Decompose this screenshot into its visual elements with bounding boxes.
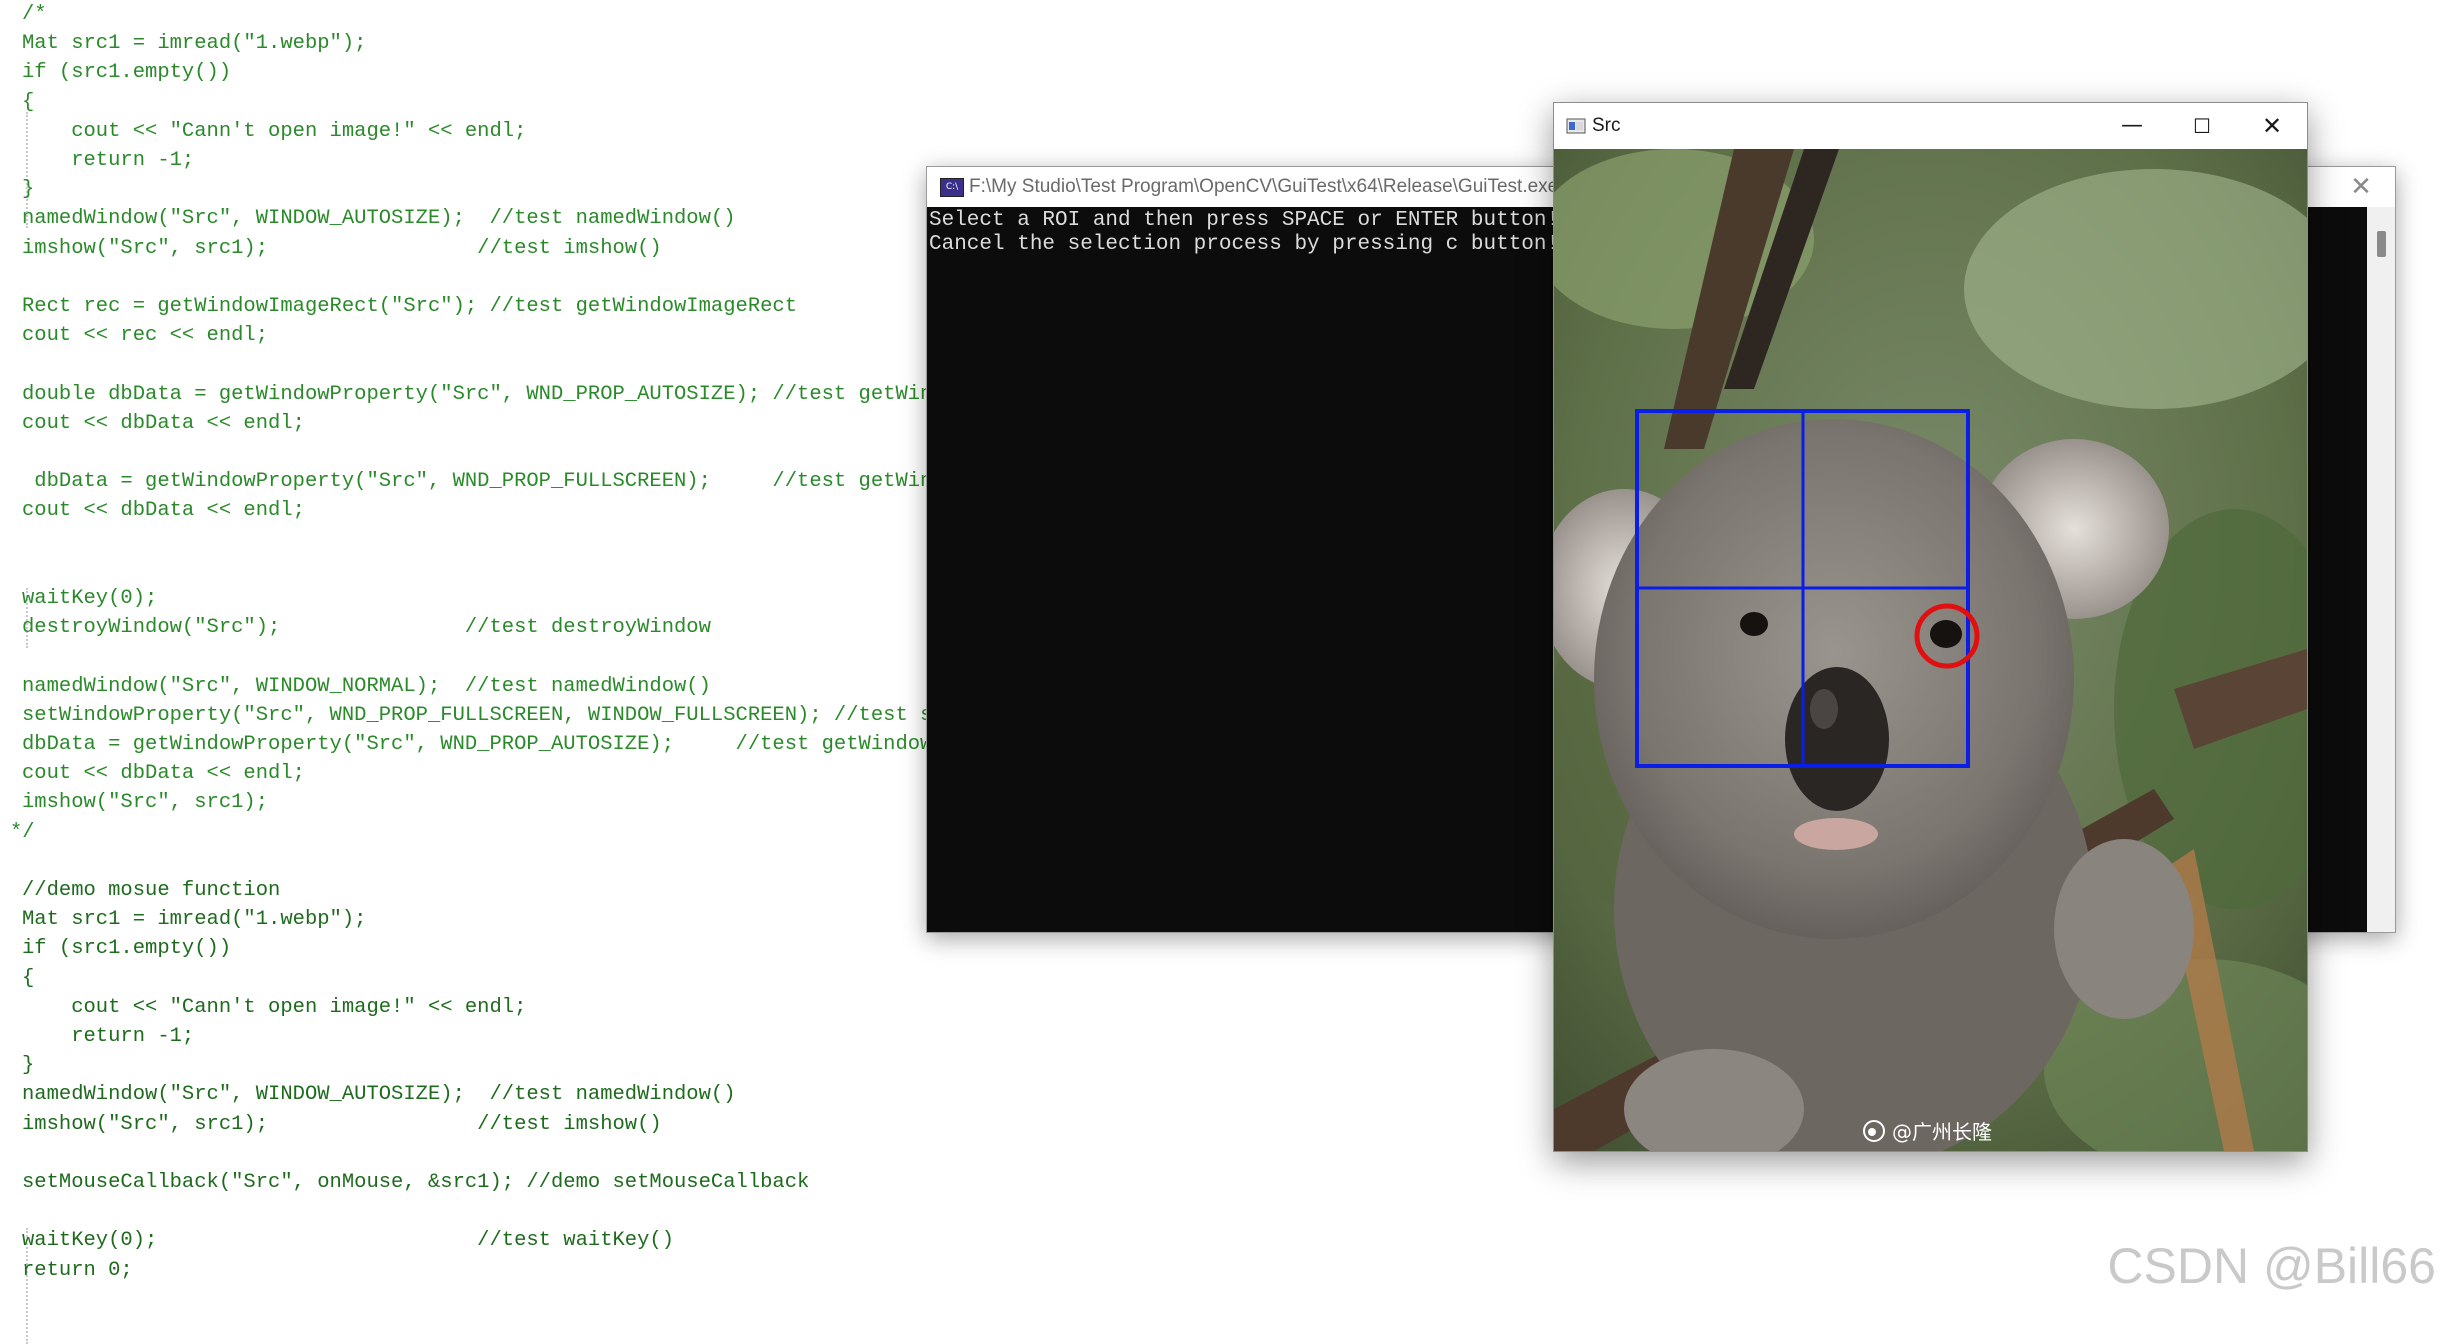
- code-line: cout << dbData << endl;: [22, 411, 305, 435]
- maximize-button[interactable]: ☐: [2167, 103, 2237, 149]
- code-line: dbData = getWindowProperty("Src", WND_PR…: [22, 470, 970, 494]
- console-close-button[interactable]: ✕: [2345, 171, 2377, 203]
- code-line: namedWindow("Src", WINDOW_NORMAL); //tes…: [22, 674, 711, 698]
- console-line: Cancel the selection process by pressing…: [929, 233, 1560, 256]
- code-line: namedWindow("Src", WINDOW_AUTOSIZE); //t…: [22, 1083, 736, 1107]
- image-watermark: @广州长隆: [1892, 1120, 1992, 1144]
- code-line: }: [22, 178, 35, 202]
- code-line: return -1;: [22, 149, 195, 172]
- code-line: //demo mosue function: [22, 879, 281, 902]
- koala-image-canvas[interactable]: @广州长隆: [1554, 149, 2307, 1151]
- code-line: waitKey(0); //test waitKey(): [22, 1229, 675, 1253]
- code-line: Rect rec = getWindowImageRect("Src"); //…: [22, 295, 798, 318]
- code-line: Mat src1 = imread("1.webp");: [22, 32, 367, 56]
- src-image-window[interactable]: Src — ☐ ✕ @广州长隆: [1553, 102, 2308, 1152]
- close-button[interactable]: ✕: [2237, 103, 2307, 149]
- code-line: cout << "Cann't open image!" << endl;: [22, 995, 527, 1019]
- console-title-text: F:\My Studio\Test Program\OpenCV\GuiTest…: [969, 176, 1559, 197]
- code-line: imshow("Src", src1); //test imshow(): [22, 1112, 662, 1136]
- code-line: Mat src1 = imread("1.webp");: [22, 908, 367, 932]
- code-line: destroyWindow("Src"); //test destroyWind…: [22, 616, 711, 640]
- code-line: /*: [22, 3, 47, 26]
- code-line: {: [22, 966, 35, 990]
- src-title-bar[interactable]: Src — ☐ ✕: [1554, 103, 2307, 149]
- koala-eye: [1930, 620, 1962, 648]
- code-line: imshow("Src", src1); //test imshow(): [22, 236, 662, 260]
- code-line: cout << "Cann't open image!" << endl;: [22, 119, 527, 143]
- code-line: setMouseCallback("Src", onMouse, &src1);…: [22, 1171, 810, 1194]
- console-scroll-thumb[interactable]: [2377, 231, 2386, 257]
- code-line: return -1;: [22, 1025, 195, 1048]
- code-line: if (src1.empty()): [22, 937, 232, 961]
- code-line: cout << dbData << endl;: [22, 499, 305, 523]
- code-line: cout << dbData << endl;: [22, 762, 305, 786]
- code-line: if (src1.empty()): [22, 61, 232, 85]
- code-line: double dbData = getWindowProperty("Src",…: [22, 382, 970, 406]
- code-line: */: [10, 820, 35, 844]
- code-line: dbData = getWindowProperty("Src", WND_PR…: [22, 733, 970, 756]
- console-app-icon: C:\: [940, 178, 964, 197]
- code-line: {: [22, 90, 35, 114]
- src-window-title: Src: [1592, 115, 1621, 136]
- koala-nose: [1785, 667, 1889, 811]
- csdn-watermark: CSDN @Bill66: [2107, 1238, 2436, 1294]
- code-line: cout << rec << endl;: [22, 324, 269, 348]
- code-line: imshow("Src", src1);: [22, 791, 269, 815]
- code-line: waitKey(0);: [22, 587, 158, 610]
- console-scrollbar[interactable]: [2367, 207, 2395, 932]
- code-line: namedWindow("Src", WINDOW_AUTOSIZE); //t…: [22, 207, 736, 231]
- code-line: return 0;: [22, 1258, 133, 1282]
- code-line: }: [22, 1054, 35, 1078]
- window-app-icon: [1566, 118, 1586, 134]
- koala-eye: [1740, 612, 1768, 636]
- console-line: Select a ROI and then press SPACE or ENT…: [929, 209, 1560, 232]
- minimize-button[interactable]: —: [2097, 103, 2167, 149]
- code-line: setWindowProperty("Src", WND_PROP_FULLSC…: [22, 703, 970, 727]
